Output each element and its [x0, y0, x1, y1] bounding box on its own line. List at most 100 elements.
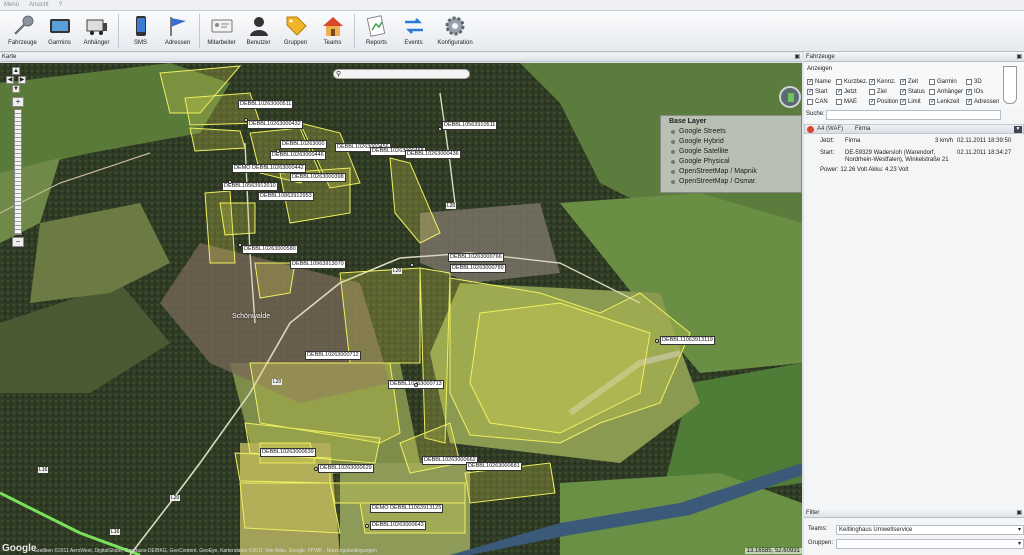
checkbox-icon[interactable] — [836, 88, 842, 95]
vehicle-marker-label[interactable]: DEBBL10263000712 — [305, 351, 361, 360]
vehicle-marker[interactable] — [244, 118, 248, 122]
vehicle-marker-label[interactable]: DEBBL10263000789 — [450, 264, 506, 273]
toolbar-mitarbeiter-button[interactable]: Mitarbeiter — [203, 11, 240, 51]
vehicle-marker-label[interactable]: DEBBL10963913070 — [290, 260, 346, 269]
display-option-checkbox[interactable]: Garmin — [929, 79, 957, 85]
gruppen-select[interactable] — [836, 539, 1024, 549]
vehicle-marker[interactable] — [410, 263, 414, 267]
layer-option[interactable]: Google Streets — [661, 127, 801, 137]
vehicle-marker-label[interactable]: DEBBL10263000 — [280, 140, 327, 149]
display-option-checkbox[interactable]: 3D — [966, 79, 982, 85]
vehicle-marker-label[interactable]: DEBBL10263000511 — [238, 100, 294, 109]
toolbar-benutzer-button[interactable]: Benutzer — [240, 11, 277, 51]
map-pan-control[interactable]: ▲ ◀ ▶ ▼ — [6, 67, 26, 93]
layer-option[interactable]: Google Physical — [661, 157, 801, 167]
checkbox-icon[interactable] — [900, 78, 906, 85]
pan-up-icon[interactable]: ▲ — [12, 67, 20, 75]
layer-option[interactable]: OpenStreetMap / Osmar. — [661, 177, 801, 187]
vehicle-entry-header[interactable]: A4 (WAF) Firma ▼ — [804, 124, 1024, 134]
vehicle-marker[interactable] — [314, 467, 318, 471]
checkbox-icon[interactable] — [900, 98, 906, 105]
pin-icon[interactable]: ▣ — [1016, 509, 1022, 518]
checkbox-icon[interactable] — [966, 98, 972, 105]
vehicle-marker-label[interactable]: DEBBL10263000766 — [448, 253, 504, 262]
display-option-checkbox[interactable]: Ziel — [869, 89, 887, 95]
checkbox-icon[interactable] — [966, 88, 972, 95]
vehicle-marker[interactable] — [228, 180, 232, 184]
map-view[interactable]: ▲ ◀ ▶ ▼ + − ⚲ Base Layer Google Streets … — [0, 63, 802, 555]
display-option-checkbox[interactable]: Kennz. — [869, 78, 896, 85]
checkbox-icon[interactable] — [869, 98, 875, 105]
toolbar-konfiguration-button[interactable]: Konfiguration — [432, 11, 478, 51]
pan-right-icon[interactable]: ▶ — [18, 76, 26, 84]
checkbox-icon[interactable] — [966, 79, 972, 85]
toolbar-gruppen-button[interactable]: Gruppen — [277, 11, 314, 51]
checkbox-icon[interactable] — [807, 88, 813, 95]
display-option-checkbox[interactable]: Name — [807, 78, 831, 85]
checkbox-icon[interactable] — [869, 89, 875, 95]
navigation-compass[interactable] — [779, 86, 801, 108]
layer-option[interactable]: Google Hybrid — [661, 137, 801, 147]
checkbox-icon[interactable] — [836, 99, 842, 105]
display-option-checkbox[interactable]: Jetzt — [836, 88, 857, 95]
vehicle-marker[interactable] — [365, 524, 369, 528]
map-search-input[interactable]: ⚲ — [333, 69, 470, 79]
toolbar-adressen-button[interactable]: Adressen — [159, 11, 196, 51]
toolbar-teams-button[interactable]: Teams — [314, 11, 351, 51]
display-option-checkbox[interactable]: IOs — [966, 88, 983, 95]
checkbox-icon[interactable] — [929, 79, 935, 85]
checkbox-icon[interactable] — [869, 78, 875, 85]
pan-left-icon[interactable]: ◀ — [6, 76, 14, 84]
vehicle-marker[interactable] — [238, 243, 242, 247]
zoom-slider[interactable] — [14, 109, 22, 235]
menu-item-help[interactable]: ? — [59, 2, 62, 8]
display-option-checkbox[interactable]: Position — [869, 98, 898, 105]
zoom-in-button[interactable]: + — [12, 97, 24, 107]
vehicle-marker-label[interactable]: DEMO DEBBL11063913125 — [370, 504, 444, 513]
vehicle-marker-label[interactable]: DEBBL10263000432 — [247, 120, 303, 129]
pan-down-icon[interactable]: ▼ — [12, 85, 20, 93]
layer-option[interactable]: Google Satellite — [661, 147, 801, 157]
map-zoom-control[interactable]: + − — [12, 97, 24, 247]
vehicle-marker[interactable] — [438, 127, 442, 131]
vehicle-marker[interactable] — [655, 339, 659, 343]
vehicle-marker-label[interactable]: DEBBL10263000643 — [370, 521, 426, 530]
display-option-checkbox[interactable]: CAN — [807, 99, 828, 105]
menu-item-menue[interactable]: Menü — [4, 2, 19, 8]
vehicle-search-input[interactable] — [826, 110, 1001, 120]
map-copyright[interactable]: Grafiken ©2011 AeroWest, DigitalGlobe, G… — [34, 548, 377, 554]
toolbar-anhaenger-button[interactable]: Anhänger — [78, 11, 115, 51]
checkbox-icon[interactable] — [807, 78, 813, 85]
vehicle-marker[interactable] — [414, 383, 418, 387]
toolbar-events-button[interactable]: Events — [395, 11, 432, 51]
vehicle-marker[interactable] — [276, 149, 280, 153]
display-option-checkbox[interactable]: Anhänger — [929, 89, 963, 95]
vehicle-marker-label[interactable]: DEBBL10263000580 — [242, 245, 298, 254]
teams-select[interactable]: Keitlinghaus Umweltservice — [836, 525, 1024, 535]
toolbar-garmins-button[interactable]: Garmins — [41, 11, 78, 51]
layer-option[interactable]: OpenStreetMap / Mapnik — [661, 167, 801, 177]
vehicle-marker-label[interactable]: DEBBL10263000436 — [405, 150, 461, 159]
checkbox-icon[interactable] — [836, 79, 842, 85]
display-option-checkbox[interactable]: Adressen — [966, 98, 999, 105]
checkbox-icon[interactable] — [929, 98, 935, 105]
vehicle-marker-label[interactable]: DEBBL10263000681 — [466, 462, 522, 471]
vehicle-marker-label[interactable]: DEBBL11063913119 — [660, 336, 715, 345]
vehicle-marker-label[interactable]: DEBBL10863912953 — [258, 192, 314, 201]
display-option-checkbox[interactable]: Status — [900, 88, 925, 95]
pin-icon[interactable]: ▣ — [794, 53, 800, 62]
display-option-checkbox[interactable]: Start — [807, 88, 828, 95]
vertical-scroll-widget[interactable] — [1003, 66, 1017, 104]
toolbar-reports-button[interactable]: Reports — [358, 11, 395, 51]
display-option-checkbox[interactable]: Kurzbez. — [836, 79, 868, 85]
vehicle-marker-label[interactable]: DEBBL10263000398 — [290, 173, 346, 182]
display-option-checkbox[interactable]: Zeit — [900, 78, 918, 85]
vehicle-marker-label[interactable]: DEBBL10263000639 — [260, 448, 316, 457]
display-option-checkbox[interactable]: Lenkzeit — [929, 98, 959, 105]
pin-icon[interactable]: ▣ — [1016, 53, 1022, 62]
chevron-down-icon[interactable]: ▼ — [1014, 126, 1022, 133]
vehicle-marker-label[interactable]: DEBBL10263000629 — [318, 464, 374, 473]
checkbox-icon[interactable] — [807, 99, 813, 105]
display-option-checkbox[interactable]: Limit — [900, 98, 921, 105]
checkbox-icon[interactable] — [929, 89, 935, 95]
